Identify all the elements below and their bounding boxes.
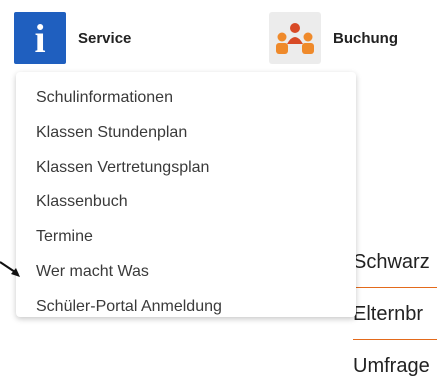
background-list-item[interactable]: Schwarz bbox=[353, 236, 437, 288]
people-icon bbox=[269, 12, 321, 64]
info-icon-glyph: i bbox=[34, 15, 46, 61]
pointer-arrow-icon bbox=[0, 261, 20, 277]
menu-item-schulinformationen[interactable]: Schulinformationen bbox=[16, 86, 356, 121]
menu-item-wer-macht-was[interactable]: Wer macht Was bbox=[16, 260, 356, 295]
menu-item-klassenbuch[interactable]: Klassenbuch bbox=[16, 190, 356, 225]
service-dropdown-menu: Schulinformationen Klassen Stundenplan K… bbox=[16, 72, 356, 317]
nav-buchung-label: Buchung bbox=[333, 29, 398, 47]
menu-item-schueler-portal-anmeldung[interactable]: Schüler-Portal Anmeldung bbox=[16, 295, 356, 330]
background-list-item[interactable]: Umfrage bbox=[353, 340, 437, 392]
menu-item-klassen-stundenplan[interactable]: Klassen Stundenplan bbox=[16, 121, 356, 156]
info-icon: i bbox=[14, 12, 66, 64]
nav-buchung[interactable]: Buchung bbox=[269, 12, 398, 64]
top-navigation: i Service Buchung bbox=[0, 0, 437, 76]
background-list: Schwarz Elternbr Umfrage bbox=[353, 236, 437, 392]
nav-service[interactable]: i Service bbox=[14, 12, 131, 64]
background-list-item[interactable]: Elternbr bbox=[353, 288, 437, 340]
menu-item-termine[interactable]: Termine bbox=[16, 225, 356, 260]
nav-service-label: Service bbox=[78, 29, 132, 47]
menu-item-klassen-vertretungsplan[interactable]: Klassen Vertretungsplan bbox=[16, 156, 356, 191]
